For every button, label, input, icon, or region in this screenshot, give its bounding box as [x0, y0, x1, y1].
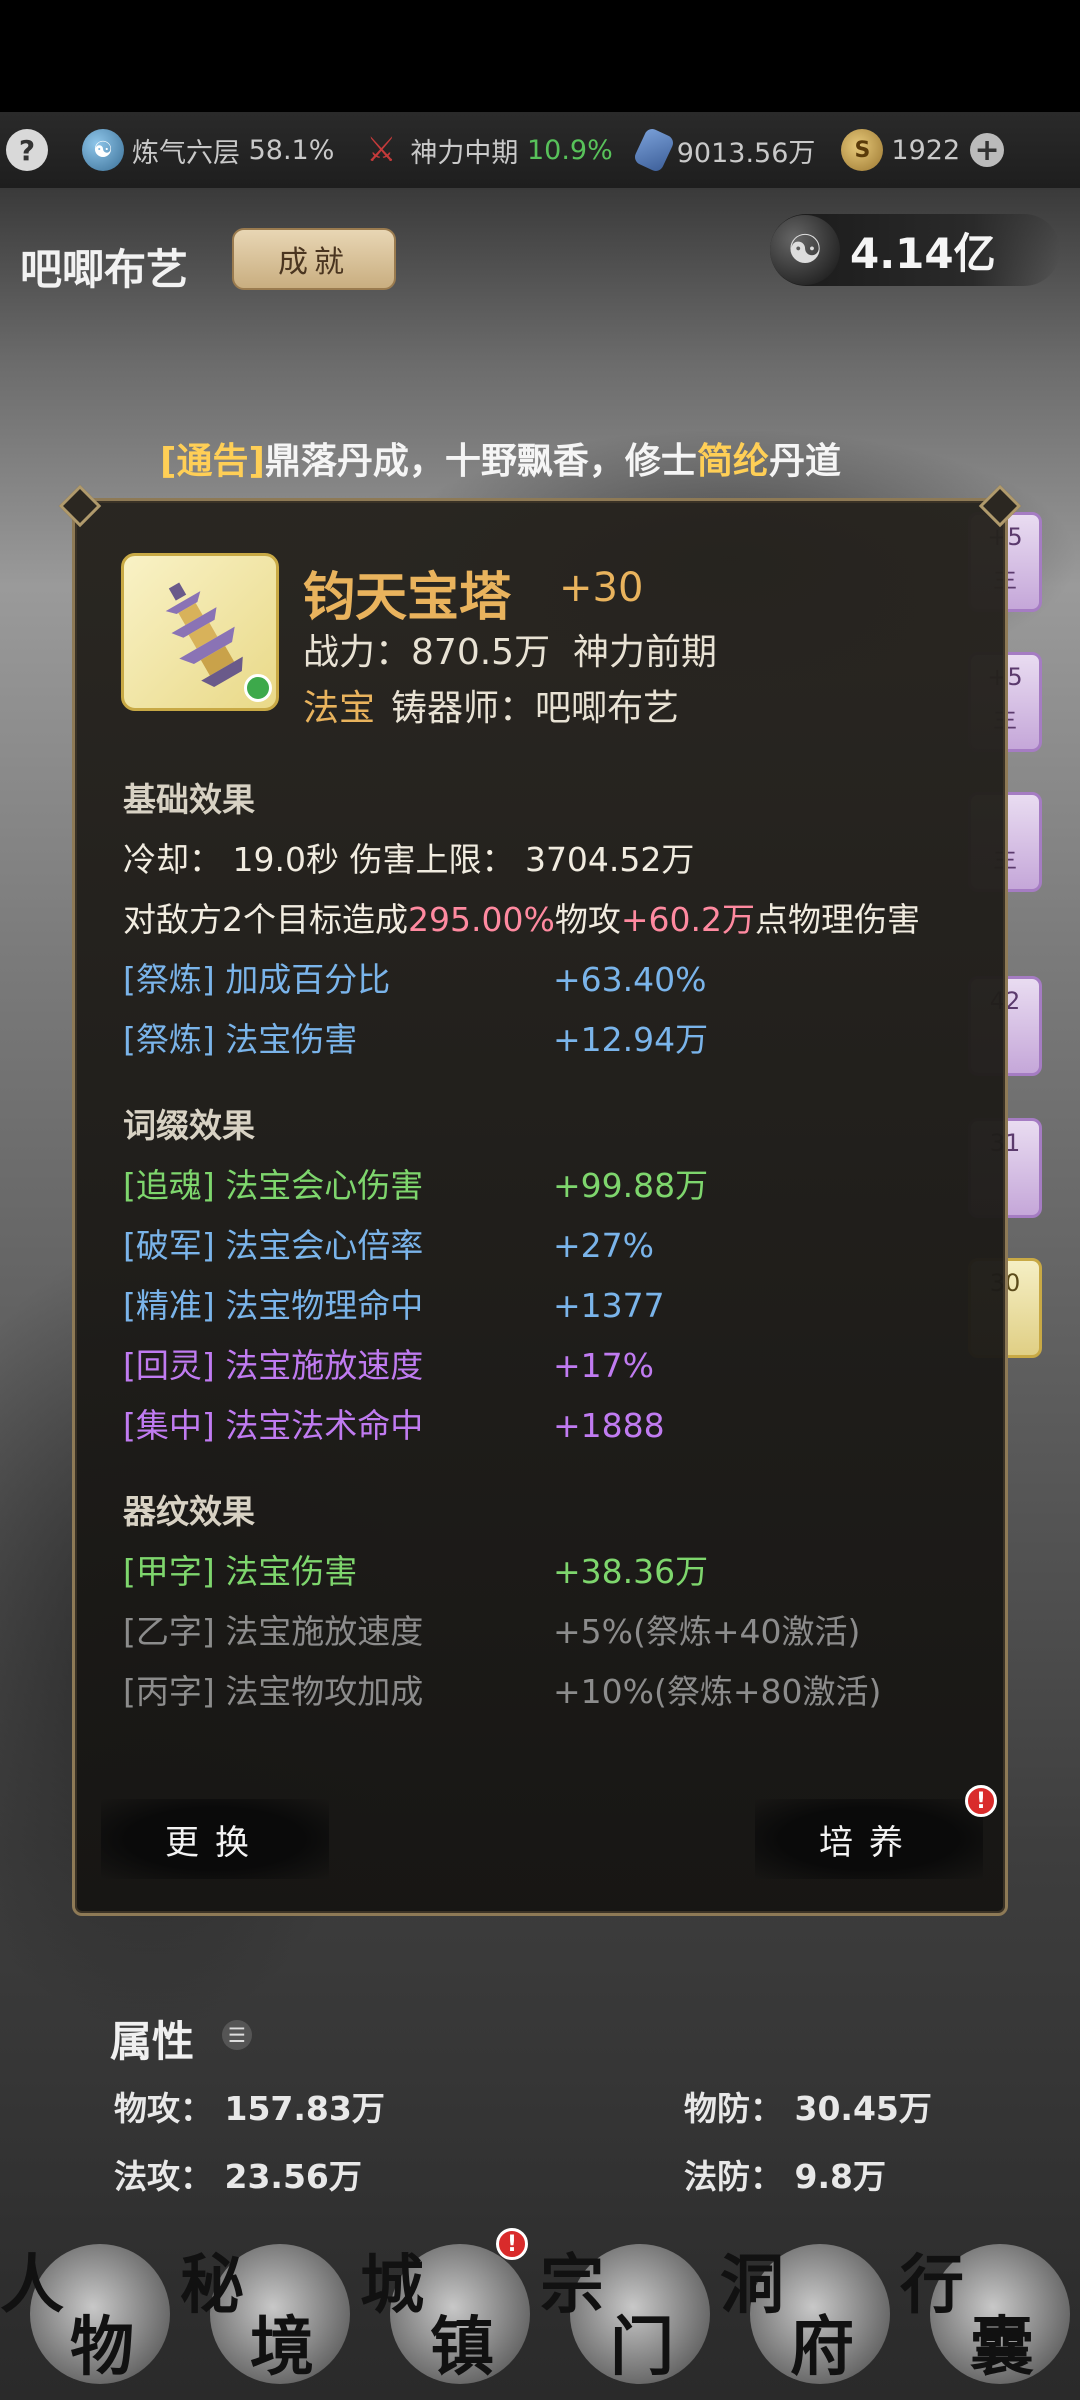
attr-row: [甲字] 法宝伤害 +38.36万 [123, 1552, 709, 1591]
spirit-stone-icon [632, 126, 676, 174]
status-bar [0, 0, 1080, 112]
item-power: 战力：870.5万 神力前期 [303, 632, 717, 673]
nav-cave[interactable]: 洞府 [720, 2234, 896, 2390]
attr-row: [精准] 法宝物理命中 +1377 [123, 1286, 665, 1325]
attr-row: [乙字] 法宝施放速度 +5%(祭炼+40激活) [123, 1612, 861, 1651]
stat-phys-atk: 物攻： 157.83万 [114, 2089, 385, 2128]
cultivation-level[interactable]: ☯ 炼气六层 58.1% [82, 129, 334, 171]
item-icon [121, 553, 279, 711]
alert-icon: ! [496, 2228, 528, 2260]
player-name: 吧唧布艺 [20, 245, 189, 294]
train-button[interactable]: 培养 [755, 1799, 983, 1879]
swap-button[interactable]: 更换 [101, 1799, 329, 1879]
resource-bar: ? ☯ 炼气六层 58.1% ⚔ 神力中期 10.9% 9013.56万 S 1… [0, 112, 1080, 188]
item-name: 钧天宝塔 [303, 568, 512, 628]
item-detail-dialog: 钧天宝塔 +30 战力：870.5万 神力前期 法宝 铸器师：吧唧布艺 基础效果 … [72, 498, 1008, 1916]
nav-sect[interactable]: 宗门 [540, 2234, 716, 2390]
power-display: ☯ 4.14亿 [770, 214, 1060, 286]
item-type: 法宝 铸器师：吧唧布艺 [303, 688, 680, 729]
divine-level[interactable]: ⚔ 神力中期 10.9% [360, 129, 613, 171]
nav-bag[interactable]: 行囊 [900, 2234, 1076, 2390]
list-icon[interactable]: ☰ [222, 2020, 252, 2050]
attr-row: [破军] 法宝会心倍率 +27% [123, 1226, 654, 1265]
achievement-button[interactable]: 成就 [232, 228, 396, 290]
section-title-base: 基础效果 [123, 780, 255, 819]
help-button[interactable]: ? [6, 129, 56, 171]
attr-row: [丙字] 法宝物攻加成 +10%(祭炼+80激活) [123, 1672, 882, 1711]
alert-icon: ! [965, 1785, 997, 1817]
attr-row: [祭炼] 加成百分比 +63.40% [123, 960, 707, 999]
attr-row: [追魂] 法宝会心伤害 +99.88万 [123, 1166, 709, 1205]
spirit-stones[interactable]: 9013.56万 [632, 126, 815, 174]
nav-character[interactable]: 人物 [0, 2234, 176, 2390]
item-level: +30 [559, 565, 644, 611]
stat-phys-def: 物防： 30.45万 [684, 2089, 932, 2128]
add-icon[interactable]: + [970, 133, 1005, 168]
yinyang-icon: ☯ [82, 129, 124, 171]
pagoda-icon [165, 582, 243, 688]
notice-ticker: [通告]鼎落丹成，十野飘香，修士简纶丹道 [160, 441, 841, 482]
coin-icon: S [841, 129, 884, 171]
sword-icon: ⚔ [366, 130, 397, 170]
attr-row: [祭炼] 法宝伤害 +12.94万 [123, 1020, 709, 1059]
section-title-affix: 词缀效果 [123, 1106, 255, 1145]
stat-mag-def: 法防： 9.8万 [684, 2157, 886, 2196]
stat-mag-atk: 法攻： 23.56万 [114, 2157, 362, 2196]
section-title-pattern: 器纹效果 [123, 1492, 255, 1531]
attributes-title: 属性 [110, 2017, 195, 2066]
attr-row: [回灵] 法宝施放速度 +17% [123, 1346, 654, 1385]
nav-realm[interactable]: 秘境 [180, 2234, 356, 2390]
attr-row: [集中] 法宝法术命中 +1888 [123, 1406, 665, 1445]
base-desc: 对敌方2个目标造成295.00%物攻+60.2万点物理伤害 [123, 900, 920, 939]
yinyang-icon: ☯ [770, 215, 840, 285]
status-badge [244, 674, 272, 702]
cooldown-line: 冷却： 19.0秒 伤害上限： 3704.52万 [123, 840, 695, 879]
help-icon: ? [6, 129, 48, 171]
coins[interactable]: S 1922 + [841, 129, 1005, 171]
